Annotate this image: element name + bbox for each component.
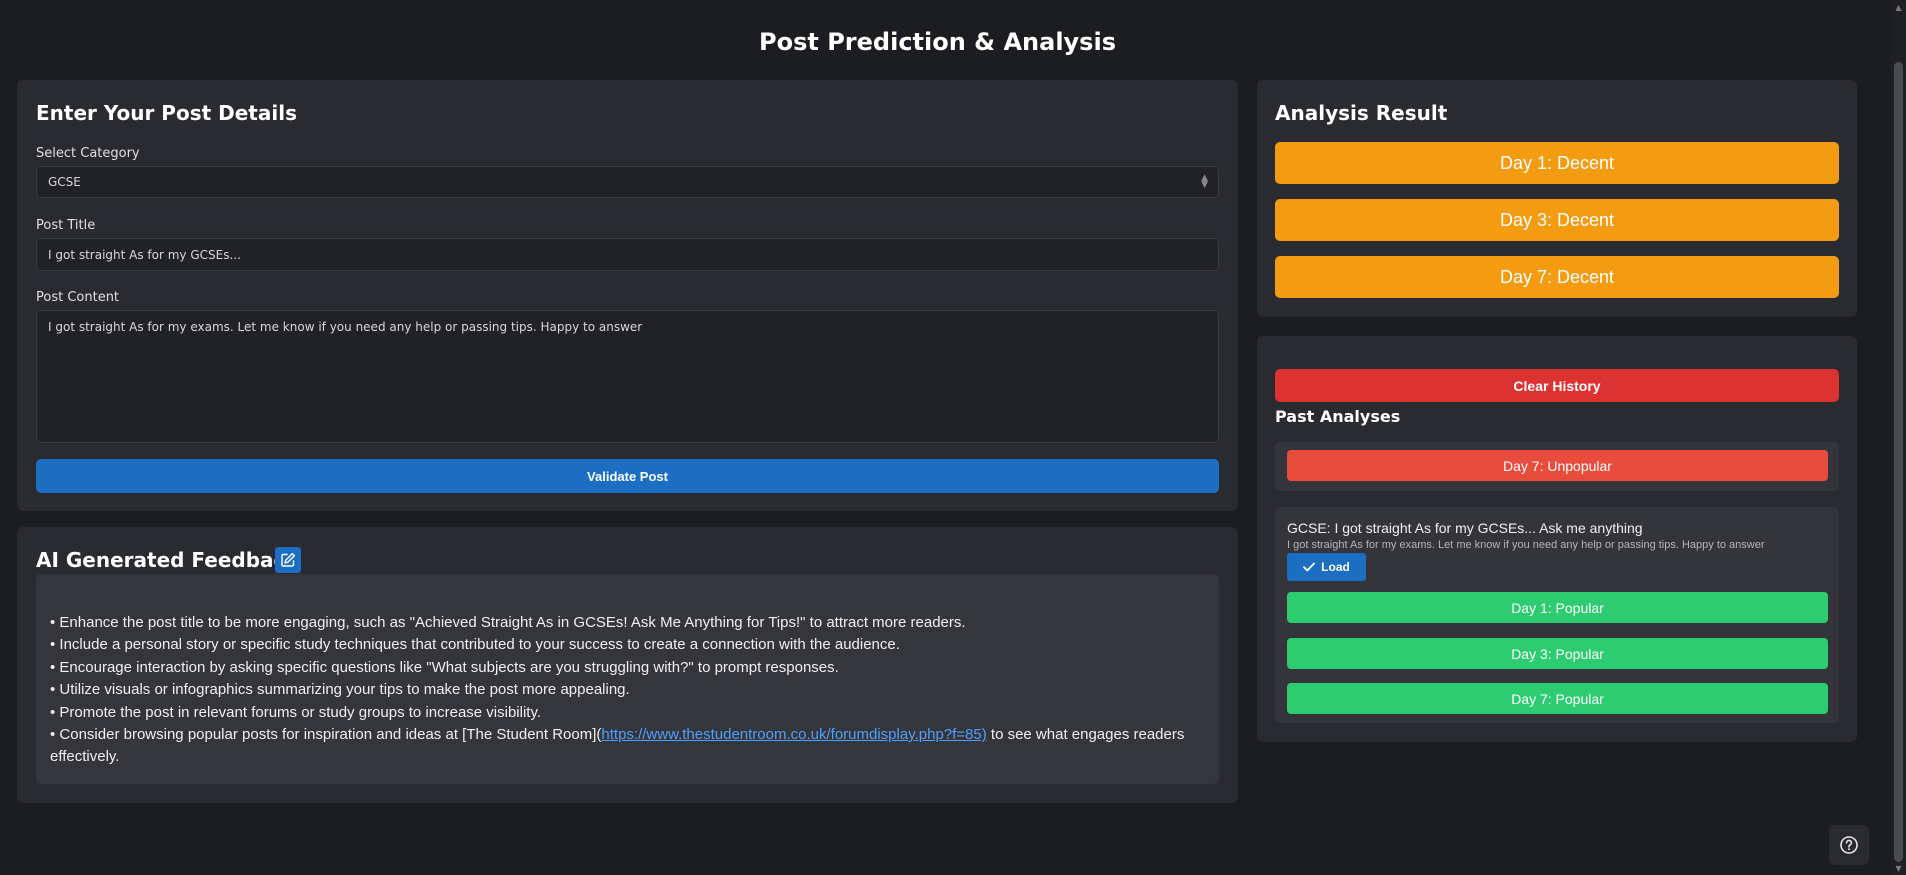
edit-feedback-button[interactable] [275, 547, 301, 573]
edit-icon [281, 552, 296, 567]
feedback-item-text: • Consider browsing popular posts for in… [50, 726, 602, 744]
feedback-item: • Utilize visuals or infographics summar… [50, 681, 630, 699]
category-label: Select Category [36, 146, 140, 161]
history-result-day-7: Day 7: Unpopular [1287, 450, 1828, 481]
history-result-day-1: Day 1: Popular [1287, 592, 1828, 623]
past-analyses-heading: Past Analyses [1275, 407, 1401, 426]
feedback-content: • Enhance the post title to be more enga… [36, 574, 1219, 784]
post-details-panel [17, 80, 1238, 511]
result-day-3: Day 3: Decent [1275, 199, 1839, 241]
help-circle-icon [1840, 836, 1858, 854]
content-label: Post Content [36, 290, 120, 305]
feedback-item: • Include a personal story or specific s… [50, 636, 900, 654]
help-button[interactable] [1829, 825, 1869, 865]
page-title: Post Prediction & Analysis [759, 28, 1116, 56]
category-value: GCSE [48, 175, 81, 189]
result-day-7: Day 7: Decent [1275, 256, 1839, 298]
load-button[interactable]: Load [1287, 553, 1366, 581]
clear-history-button[interactable]: Clear History [1275, 369, 1839, 402]
post-content-textarea[interactable]: I got straight As for my exams. Let me k… [36, 310, 1219, 443]
analysis-result-heading: Analysis Result [1275, 101, 1448, 125]
feedback-heading: AI Generated Feedback [36, 548, 299, 572]
feedback-item: • Promote the post in relevant forums or… [50, 703, 542, 721]
history-entry-content: I got straight As for my exams. Let me k… [1287, 539, 1765, 551]
post-details-heading: Enter Your Post Details [36, 101, 297, 125]
scroll-up-icon[interactable]: ▲ [1894, 3, 1903, 12]
post-title-input[interactable]: I got straight As for my GCSEs... [36, 238, 1219, 271]
result-day-1: Day 1: Decent [1275, 142, 1839, 184]
select-caret-icon: ▲ ▼ [1201, 173, 1208, 190]
load-label: Load [1321, 560, 1350, 574]
scroll-down-icon[interactable]: ▼ [1894, 864, 1903, 873]
history-result-day-7: Day 7: Popular [1287, 683, 1828, 714]
feedback-item: • Enhance the post title to be more enga… [50, 614, 966, 631]
history-entry-title: GCSE: I got straight As for my GCSEs... … [1287, 520, 1643, 536]
category-select[interactable]: GCSE ▲ ▼ [36, 166, 1219, 198]
check-icon [1303, 562, 1316, 572]
feedback-item: • Consider browsing popular posts for in… [50, 724, 1205, 769]
validate-post-button[interactable]: Validate Post [36, 459, 1219, 493]
history-result-day-3: Day 3: Popular [1287, 638, 1828, 669]
scrollbar-thumb[interactable] [1894, 62, 1903, 862]
feedback-item: • Encourage interaction by asking specif… [50, 658, 839, 676]
title-label: Post Title [36, 218, 96, 233]
student-room-link[interactable]: https://www.thestudentroom.co.uk/forumdi… [601, 726, 986, 743]
